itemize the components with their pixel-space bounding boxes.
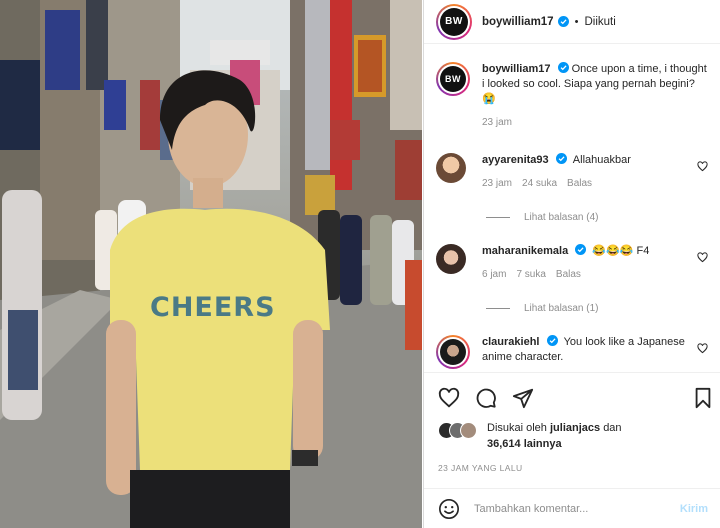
add-comment-bar: Kirim (424, 488, 720, 528)
comment-username[interactable]: maharanikemala (482, 245, 568, 257)
like-comment-heart-icon[interactable] (697, 252, 708, 263)
post-comment-button[interactable]: Kirim (680, 503, 708, 515)
likes-prefix: Disukai oleh (487, 422, 547, 434)
comments-list[interactable]: BW boywilliam17 Once upon a time, i thou… (424, 45, 720, 372)
share-paper-plane-icon[interactable] (512, 387, 534, 409)
reply-button[interactable]: Balas (567, 176, 592, 191)
view-replies-button[interactable]: Lihat balasan (4) (486, 212, 599, 223)
street-scene-image (0, 0, 422, 528)
comment-likes[interactable]: 7 suka (516, 267, 545, 282)
verified-badge-icon (557, 62, 569, 73)
comment-avatar[interactable] (436, 244, 466, 274)
avatar-logo-text: BW (440, 7, 468, 36)
author-username[interactable]: boywilliam17 (482, 16, 554, 28)
comment-time[interactable]: 23 jam (482, 176, 512, 191)
like-comment-heart-icon[interactable] (697, 161, 708, 172)
like-comment-heart-icon[interactable] (697, 343, 708, 354)
comment-text: Allahuakbar (572, 154, 631, 166)
likes-conj: dan (603, 422, 622, 434)
liker-avatar (460, 422, 477, 439)
post-time-ago[interactable]: 23 JAM YANG LALU (438, 463, 523, 473)
comment-time[interactable]: 6 jam (482, 267, 506, 282)
post-detail-panel: BW boywilliam17 • Diikuti BW boywilliam1… (423, 0, 720, 528)
replies-line (486, 308, 510, 309)
comment-item: maharanikemala 😂😂😂 F4 6 jam 7 suka Balas (436, 244, 708, 282)
save-bookmark-icon[interactable] (692, 387, 714, 409)
comment-likes[interactable]: 24 suka (522, 176, 557, 191)
comment-avatar[interactable] (436, 153, 466, 183)
emoji-icon[interactable] (438, 498, 460, 520)
liker-avatars[interactable] (438, 422, 477, 439)
action-bar (424, 372, 720, 420)
likes-summary: Disukai oleh julianjacs dan 36,614 lainn… (438, 420, 708, 452)
view-replies-label: Lihat balasan (4) (524, 212, 599, 223)
comment-item: ayyarenita93 Allahuakbar 23 jam 24 suka … (436, 153, 708, 191)
caption-avatar-logo-text: BW (440, 66, 466, 92)
replies-line (486, 217, 510, 218)
add-comment-input[interactable] (474, 502, 680, 515)
post-photo[interactable]: CHEERS (0, 0, 422, 528)
comment-item: claurakiehl You look like a Japanese ani… (436, 335, 708, 369)
verified-badge-icon (555, 153, 567, 164)
verified-badge-icon (557, 16, 569, 27)
author-avatar[interactable]: BW (436, 3, 472, 40)
shirt-text: CHEERS (150, 292, 276, 323)
comment-avatar[interactable] (436, 335, 470, 369)
verified-badge-icon (546, 335, 558, 346)
view-replies-button[interactable]: Lihat balasan (1) (486, 303, 599, 314)
reply-button[interactable]: Balas (556, 267, 581, 282)
view-replies-label: Lihat balasan (1) (524, 303, 599, 314)
like-heart-icon[interactable] (438, 387, 460, 409)
follow-status-button[interactable]: Diikuti (584, 16, 615, 28)
caption-avatar[interactable]: BW (436, 62, 470, 96)
likes-count[interactable]: 36,614 lainnya (487, 438, 562, 450)
post-header: BW boywilliam17 • Diikuti (424, 0, 720, 44)
caption-time[interactable]: 23 jam (482, 115, 512, 130)
comment-username[interactable]: claurakiehl (482, 336, 539, 348)
separator-dot: • (574, 15, 579, 28)
liker-username[interactable]: julianjacs (550, 422, 600, 434)
caption: BW boywilliam17 Once upon a time, i thou… (436, 62, 708, 130)
caption-username[interactable]: boywilliam17 (482, 63, 550, 75)
comment-bubble-icon[interactable] (475, 387, 497, 409)
comment-username[interactable]: ayyarenita93 (482, 154, 549, 166)
comment-text: 😂😂😂 F4 (592, 245, 650, 257)
verified-badge-icon (575, 244, 587, 255)
